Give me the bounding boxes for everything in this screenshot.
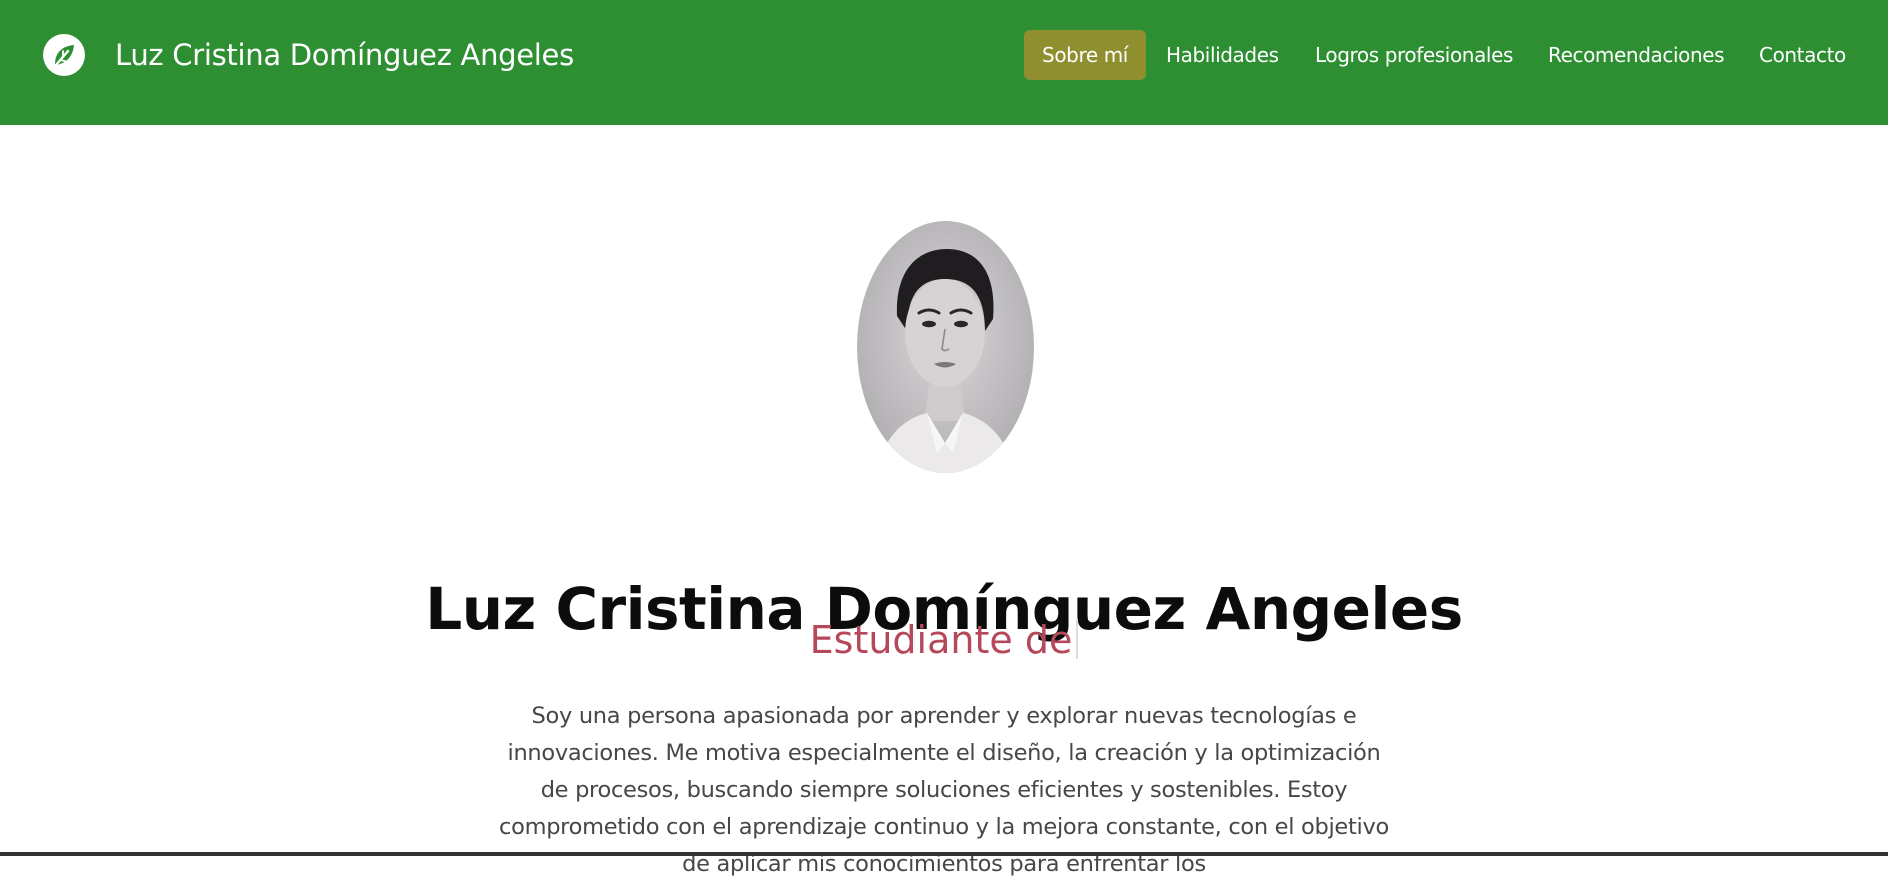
nav-item-logros-profesionales[interactable]: Logros profesionales bbox=[1315, 30, 1513, 80]
brand-name[interactable]: Luz Cristina Domínguez Angeles bbox=[115, 36, 574, 74]
top-navbar: Luz Cristina Domínguez Angeles Sobre mí … bbox=[0, 0, 1888, 125]
profile-photo bbox=[857, 221, 1034, 473]
nav-item-habilidades[interactable]: Habilidades bbox=[1166, 30, 1279, 80]
typing-subtitle: Estudiante de bbox=[0, 614, 1888, 666]
nav-item-contacto[interactable]: Contacto bbox=[1759, 30, 1846, 80]
typing-cursor bbox=[1076, 619, 1079, 659]
bottom-divider bbox=[0, 852, 1888, 856]
nav-item-recomendaciones[interactable]: Recomendaciones bbox=[1548, 30, 1725, 80]
subtitle-text: Estudiante de bbox=[809, 618, 1073, 662]
nav-item-sobre-mi[interactable]: Sobre mí bbox=[1024, 30, 1146, 80]
leaf-logo-icon[interactable] bbox=[43, 34, 85, 76]
